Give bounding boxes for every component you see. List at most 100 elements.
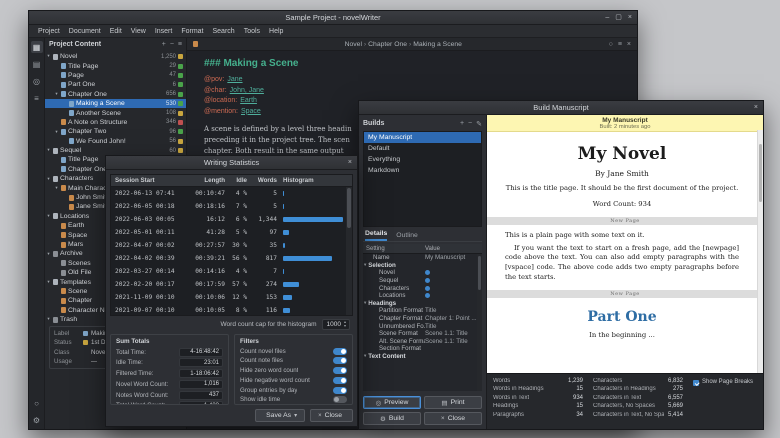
setting-row[interactable]: Novel <box>363 269 482 277</box>
menu-item[interactable]: Search <box>213 28 235 35</box>
tab-outline[interactable]: Outline <box>396 232 418 241</box>
build-button[interactable]: ⚙ Build <box>363 412 421 425</box>
main-titlebar[interactable]: Sample Project - novelWriter – ▢ × <box>29 11 637 25</box>
tag-value-link[interactable]: Earth <box>240 97 257 104</box>
expand-arrow-icon[interactable]: ▾ <box>46 176 51 182</box>
session-row[interactable]: 2022-06-05 00:18 00:18:16 7 % 5 <box>111 200 352 213</box>
breadcrumb-item[interactable]: Chapter One <box>368 41 411 48</box>
tree-item[interactable]: Page 47 <box>45 71 186 80</box>
session-row[interactable]: 2022-04-07 00:02 00:27:57 30 % 35 <box>111 239 352 252</box>
tree-item[interactable]: ▾ Sequel 60 <box>45 146 186 155</box>
close-icon[interactable]: × <box>628 14 632 21</box>
tree-item[interactable]: ▾ Chapter One 656 <box>45 90 186 99</box>
expand-arrow-icon[interactable]: ▾ <box>54 129 59 135</box>
filter-dot-icon[interactable] <box>425 270 430 276</box>
setting-row[interactable]: Alt. Scene Format Scene 1.1: Title <box>363 338 482 346</box>
tree-item[interactable]: Part One 6 <box>45 80 186 89</box>
spin-down-icon[interactable]: ▾ <box>344 323 346 328</box>
tree-item[interactable]: Title Page 29 <box>45 61 186 70</box>
collapse-all-icon[interactable]: − <box>170 41 174 48</box>
expand-arrow-icon[interactable]: ▾ <box>46 148 51 153</box>
close-icon[interactable]: × <box>348 159 352 166</box>
setting-row[interactable]: Name My Manuscript <box>363 254 482 262</box>
toggle-switch[interactable] <box>333 357 347 365</box>
setting-row[interactable]: ▾ Text Content <box>363 353 482 361</box>
menu-item[interactable]: Insert <box>155 28 173 35</box>
maximize-icon[interactable]: ▢ <box>615 14 622 21</box>
menu-item[interactable]: View <box>131 28 146 35</box>
setting-row[interactable]: Characters <box>363 284 482 292</box>
tree-item[interactable]: Another Scene 108 <box>45 108 186 117</box>
tree-item[interactable]: A Note on Structure 346 <box>45 118 186 127</box>
tree-item[interactable]: ▾ Novel 1,250 <box>45 52 186 61</box>
editor-close-icon[interactable]: × <box>627 41 631 48</box>
setting-row[interactable]: Sequel <box>363 277 482 285</box>
build-titlebar[interactable]: Build Manuscript × <box>359 101 763 115</box>
filter-dot-icon[interactable] <box>425 278 430 284</box>
build-list-item[interactable]: Default <box>364 143 481 154</box>
column-words[interactable]: Words <box>247 177 277 184</box>
tree-item[interactable]: We Found John! 56 <box>45 137 186 146</box>
preview-content[interactable]: My Novel By Jane Smith This is the title… <box>487 132 763 373</box>
expand-arrow-icon[interactable]: ▾ <box>46 251 51 257</box>
editor-menu-icon[interactable]: ≡ <box>618 41 622 48</box>
stats-titlebar[interactable]: Writing Statistics × <box>106 156 357 170</box>
project-tree-icon[interactable]: ▦ <box>30 41 43 53</box>
settings-icon[interactable]: ⚙ <box>31 414 43 426</box>
filter-dot-icon[interactable] <box>425 293 430 299</box>
panel-menu-icon[interactable]: ≡ <box>178 41 182 48</box>
scrollbar-thumb[interactable] <box>347 188 351 228</box>
add-build-icon[interactable]: + <box>460 120 464 128</box>
session-row[interactable]: 2021-09-07 00:10 00:10:05 8 % 116 <box>111 304 352 315</box>
filter-dot-icon[interactable] <box>425 285 430 291</box>
toggle-switch[interactable] <box>333 376 347 384</box>
scrollbar-thumb[interactable] <box>478 256 481 290</box>
editor-search-icon[interactable]: ○ <box>609 41 613 48</box>
outline-icon[interactable]: ≡ <box>31 92 43 104</box>
expand-arrow-icon[interactable]: ▾ <box>46 54 51 59</box>
expand-arrow-icon[interactable]: ▾ <box>54 91 59 97</box>
tag-value-link[interactable]: John, Jane <box>230 87 264 94</box>
expand-arrow-icon[interactable]: ▾ <box>46 317 51 322</box>
close-icon[interactable]: × <box>754 104 758 111</box>
build-list-item[interactable]: My Manuscript <box>364 132 481 143</box>
setting-row[interactable]: Unnumbered Fo... Title <box>363 322 482 330</box>
breadcrumb-item[interactable]: Making a Scene <box>413 41 462 48</box>
menu-item[interactable]: Project <box>38 28 60 35</box>
close-button[interactable]: × Close <box>424 412 482 425</box>
search-icon[interactable]: ◎ <box>31 75 43 87</box>
setting-row[interactable]: Scene Format Scene 1.1: Title <box>363 330 482 338</box>
close-button[interactable]: × Close <box>310 409 353 422</box>
histogram-cap-input[interactable]: 1000 ▴ ▾ <box>321 318 350 330</box>
menu-item[interactable]: Tools <box>244 28 260 35</box>
save-as-button[interactable]: Save As ▾ <box>255 409 306 422</box>
expand-arrow-icon[interactable]: ▾ <box>46 279 51 285</box>
session-row[interactable]: 2022-06-13 07:41 00:10:47 4 % 5 <box>111 187 352 200</box>
column-length[interactable]: Length <box>183 177 225 184</box>
tree-item[interactable]: ▾ Chapter Two 96 <box>45 127 186 136</box>
expand-all-icon[interactable]: + <box>162 41 166 48</box>
scrollbar-thumb[interactable] <box>759 144 762 202</box>
writing-stats-icon[interactable]: ○ <box>31 397 43 409</box>
menu-item[interactable]: Help <box>269 28 283 35</box>
preview-button[interactable]: ◎ Preview <box>363 396 421 409</box>
menu-item[interactable]: Edit <box>110 28 122 35</box>
tab-details[interactable]: Details <box>365 230 388 241</box>
expand-arrow-icon[interactable]: ▾ <box>54 185 59 191</box>
build-list-item[interactable]: Markdown <box>364 165 481 176</box>
expand-arrow-icon[interactable]: ▾ <box>46 214 51 219</box>
column-idle[interactable]: Idle <box>225 177 247 184</box>
expand-arrow-icon[interactable]: ▾ <box>364 354 366 359</box>
expand-arrow-icon[interactable]: ▾ <box>364 301 366 306</box>
setting-row[interactable]: ▾ Headings <box>363 300 482 308</box>
toggle-switch[interactable] <box>333 396 347 404</box>
remove-build-icon[interactable]: − <box>468 120 472 128</box>
scrollbar[interactable] <box>757 130 763 373</box>
toggle-switch[interactable] <box>333 386 347 394</box>
setting-row[interactable]: Chapter Format Chapter 1: Point ... <box>363 315 482 323</box>
session-row[interactable]: 2022-05-01 00:11 41:28 5 % 97 <box>111 226 352 239</box>
scrollbar[interactable] <box>346 187 352 315</box>
tree-item[interactable]: Making a Scene 530 <box>45 98 186 109</box>
minimize-icon[interactable]: – <box>605 14 609 21</box>
column-session-start[interactable]: Session Start <box>111 177 183 184</box>
